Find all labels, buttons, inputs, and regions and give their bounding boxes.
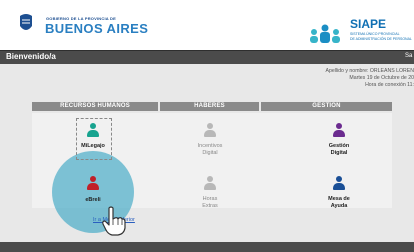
- menu-item-label: Incentivos: [197, 143, 223, 149]
- column-header-haberes: HABERES: [160, 102, 259, 111]
- hand-cursor-icon: [102, 206, 126, 236]
- menu-item-label: MiLegajo: [81, 143, 105, 149]
- column-header-gestion: GESTION: [261, 102, 392, 111]
- current-date: Martes 19 de Octubre de 20: [349, 75, 414, 81]
- footer-bar: [0, 242, 414, 252]
- welcome-bar: Bienvenido/a Sa: [0, 50, 414, 65]
- menu-item-label: Extras: [202, 203, 218, 209]
- person-purple-icon: [333, 123, 345, 137]
- menu-item-milegajo[interactable]: MiLegajo: [63, 123, 123, 155]
- menu-item-label: eBreli: [85, 197, 101, 203]
- person-teal-icon: [87, 123, 99, 137]
- menu-item-label: Horas: [202, 196, 218, 202]
- gov-title: BUENOS AIRES: [45, 21, 149, 36]
- connection-time: Hora de conexión 11:: [365, 82, 414, 88]
- menu-item-label: Mesa de: [328, 196, 350, 202]
- menu-item-gestion-digital[interactable]: Gestión Digital: [309, 123, 369, 163]
- menu-item-label: Gestión: [328, 143, 350, 149]
- person-gray-icon: [204, 123, 216, 137]
- menu-item-incentivos-digital[interactable]: Incentivos Digital: [180, 123, 240, 163]
- person-blue-icon: [333, 176, 345, 190]
- menu-item-label: Ayuda: [330, 203, 348, 209]
- person-gray-icon: [204, 176, 216, 190]
- province-coat-of-arms-icon: [20, 14, 32, 30]
- column-header-recursos-humanos: RECURSOS HUMANOS: [32, 102, 158, 111]
- welcome-greeting: Bienvenido/a: [6, 52, 56, 61]
- siape-subtitle-line1: SISTEMA ÚNICO PROVINCIAL: [350, 32, 400, 36]
- logout-link[interactable]: Sa: [405, 53, 412, 59]
- menu-item-label: Digital: [330, 150, 348, 156]
- menu-item-ebreli[interactable]: eBreli: [63, 176, 123, 206]
- person-red-icon: [87, 176, 99, 190]
- siape-logo-icon: [310, 24, 340, 43]
- siape-subtitle-line2: DE ADMINISTRACIÓN DE PERSONAL: [350, 37, 412, 41]
- menu-item-label: Digital: [202, 150, 218, 156]
- menu-item-mesa-de-ayuda[interactable]: Mesa de Ayuda: [309, 176, 369, 216]
- top-header: GOBIERNO DE LA PROVINCIA DE BUENOS AIRES…: [0, 0, 414, 49]
- menu-item-horas-extras[interactable]: Horas Extras: [180, 176, 240, 216]
- user-name: Apellido y nombre: ORLEANS LOREN: [325, 68, 414, 74]
- siape-title: SIAPE: [350, 17, 387, 31]
